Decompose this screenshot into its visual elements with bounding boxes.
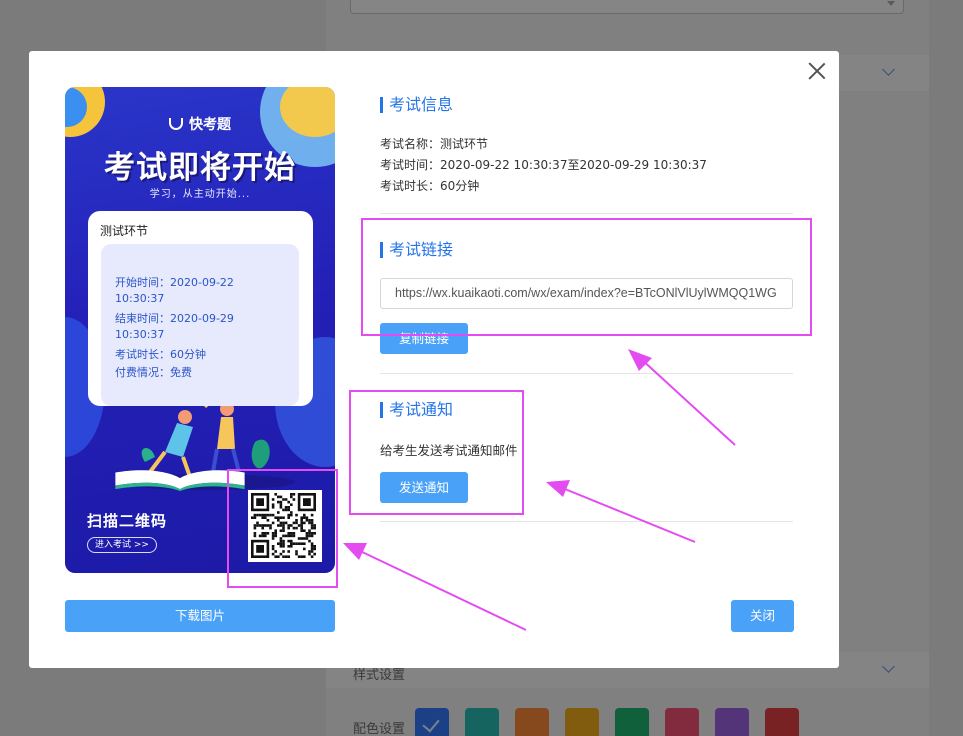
annotation-arrow-qr (357, 549, 527, 631)
annotation-arrow-link (639, 357, 736, 446)
annotation-arrow-notice (559, 486, 696, 543)
annotation-arrows (343, 349, 736, 631)
arrowhead-icon (546, 480, 570, 497)
arrowhead-icon (628, 349, 652, 371)
